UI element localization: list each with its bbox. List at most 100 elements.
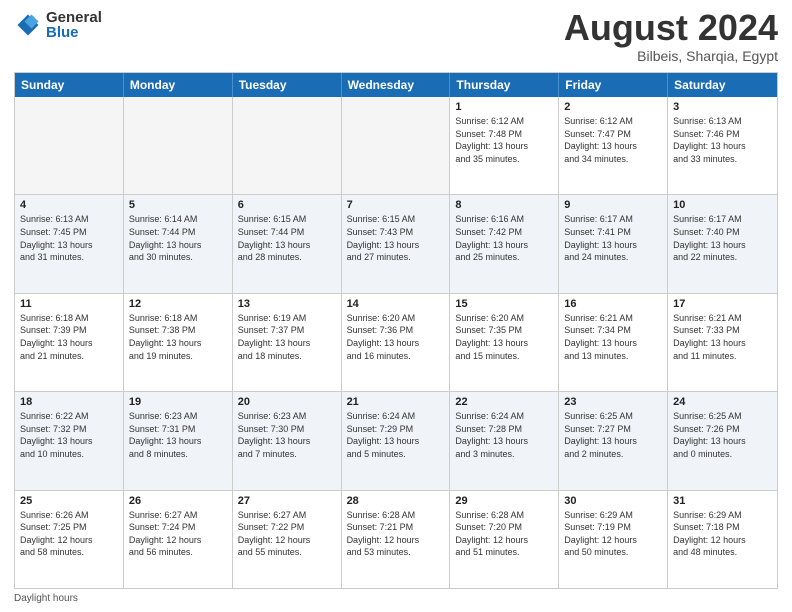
day-info: Sunrise: 6:23 AM Sunset: 7:30 PM Dayligh… — [238, 410, 336, 460]
day-cell-22: 22 Sunrise: 6:24 AM Sunset: 7:28 PM Dayli… — [450, 392, 559, 489]
day-info: Sunrise: 6:28 AM Sunset: 7:21 PM Dayligh… — [347, 509, 445, 559]
day-number: 1 — [455, 101, 553, 113]
empty-cell — [15, 97, 124, 194]
day-number: 15 — [455, 298, 553, 310]
day-cell-31: 31Sunrise: 6:29 AM Sunset: 7:18 PM Dayli… — [668, 491, 777, 588]
empty-cell — [342, 97, 451, 194]
day-number: 16 — [564, 298, 662, 310]
page: General Blue August 2024 Bilbeis, Sharqi… — [0, 0, 792, 612]
day-number: 30 — [564, 495, 662, 507]
day-info: Sunrise: 6:15 AM Sunset: 7:44 PM Dayligh… — [238, 213, 336, 263]
header: General Blue August 2024 Bilbeis, Sharqi… — [14, 10, 778, 64]
day-number: 3 — [673, 101, 772, 113]
day-number: 22 — [455, 396, 553, 408]
day-cell-15: 15Sunrise: 6:20 AM Sunset: 7:35 PM Dayli… — [450, 294, 559, 391]
day-number: 21 — [347, 396, 445, 408]
day-info: Sunrise: 6:22 AM Sunset: 7:32 PM Dayligh… — [20, 410, 118, 460]
day-cell-24: 24 Sunrise: 6:25 AM Sunset: 7:26 PM Dayli… — [668, 392, 777, 489]
day-number: 8 — [455, 199, 553, 211]
logo: General Blue — [14, 10, 102, 40]
day-info: Sunrise: 6:17 AM Sunset: 7:40 PM Dayligh… — [673, 213, 772, 263]
day-number: 19 — [129, 396, 227, 408]
day-cell-2: 2Sunrise: 6:12 AM Sunset: 7:47 PM Daylig… — [559, 97, 668, 194]
day-cell-27: 27Sunrise: 6:27 AM Sunset: 7:22 PM Dayli… — [233, 491, 342, 588]
day-number: 6 — [238, 199, 336, 211]
day-info: Sunrise: 6:26 AM Sunset: 7:25 PM Dayligh… — [20, 509, 118, 559]
day-number: 23 — [564, 396, 662, 408]
day-cell-5: 5 Sunrise: 6:14 AM Sunset: 7:44 PM Daylig… — [124, 195, 233, 292]
day-info: Sunrise: 6:17 AM Sunset: 7:41 PM Dayligh… — [564, 213, 662, 263]
calendar-header: SundayMondayTuesdayWednesdayThursdayFrid… — [15, 73, 777, 97]
title-block: August 2024 Bilbeis, Sharqia, Egypt — [564, 10, 778, 64]
day-info: Sunrise: 6:27 AM Sunset: 7:24 PM Dayligh… — [129, 509, 227, 559]
day-number: 11 — [20, 298, 118, 310]
day-info: Sunrise: 6:21 AM Sunset: 7:34 PM Dayligh… — [564, 312, 662, 362]
logo-icon — [14, 11, 42, 39]
day-number: 7 — [347, 199, 445, 211]
header-day-saturday: Saturday — [668, 73, 777, 97]
empty-cell — [124, 97, 233, 194]
title-month: August 2024 — [564, 10, 778, 46]
day-cell-17: 17Sunrise: 6:21 AM Sunset: 7:33 PM Dayli… — [668, 294, 777, 391]
day-info: Sunrise: 6:12 AM Sunset: 7:48 PM Dayligh… — [455, 115, 553, 165]
day-cell-1: 1 Sunrise: 6:12 AM Sunset: 7:48 PM Daylig… — [450, 97, 559, 194]
day-number: 2 — [564, 101, 662, 113]
footer-note: Daylight hours — [14, 593, 778, 604]
day-info: Sunrise: 6:21 AM Sunset: 7:33 PM Dayligh… — [673, 312, 772, 362]
day-number: 9 — [564, 199, 662, 211]
calendar: SundayMondayTuesdayWednesdayThursdayFrid… — [14, 72, 778, 589]
day-cell-10: 10 Sunrise: 6:17 AM Sunset: 7:40 PM Dayli… — [668, 195, 777, 292]
calendar-week-4: 18 Sunrise: 6:22 AM Sunset: 7:32 PM Dayli… — [15, 391, 777, 489]
day-info: Sunrise: 6:24 AM Sunset: 7:29 PM Dayligh… — [347, 410, 445, 460]
calendar-week-3: 11 Sunrise: 6:18 AM Sunset: 7:39 PM Dayli… — [15, 293, 777, 391]
day-cell-12: 12Sunrise: 6:18 AM Sunset: 7:38 PM Dayli… — [124, 294, 233, 391]
day-info: Sunrise: 6:18 AM Sunset: 7:38 PM Dayligh… — [129, 312, 227, 362]
day-cell-14: 14 Sunrise: 6:20 AM Sunset: 7:36 PM Dayli… — [342, 294, 451, 391]
header-day-thursday: Thursday — [450, 73, 559, 97]
day-cell-23: 23Sunrise: 6:25 AM Sunset: 7:27 PM Dayli… — [559, 392, 668, 489]
day-cell-9: 9 Sunrise: 6:17 AM Sunset: 7:41 PM Daylig… — [559, 195, 668, 292]
day-cell-4: 4 Sunrise: 6:13 AM Sunset: 7:45 PM Daylig… — [15, 195, 124, 292]
day-number: 27 — [238, 495, 336, 507]
day-number: 28 — [347, 495, 445, 507]
day-info: Sunrise: 6:29 AM Sunset: 7:18 PM Dayligh… — [673, 509, 772, 559]
day-info: Sunrise: 6:20 AM Sunset: 7:36 PM Dayligh… — [347, 312, 445, 362]
day-cell-28: 28 Sunrise: 6:28 AM Sunset: 7:21 PM Dayli… — [342, 491, 451, 588]
day-cell-26: 26 Sunrise: 6:27 AM Sunset: 7:24 PM Dayli… — [124, 491, 233, 588]
day-info: Sunrise: 6:25 AM Sunset: 7:26 PM Dayligh… — [673, 410, 772, 460]
day-cell-20: 20Sunrise: 6:23 AM Sunset: 7:30 PM Dayli… — [233, 392, 342, 489]
day-info: Sunrise: 6:18 AM Sunset: 7:39 PM Dayligh… — [20, 312, 118, 362]
header-day-friday: Friday — [559, 73, 668, 97]
calendar-week-2: 4 Sunrise: 6:13 AM Sunset: 7:45 PM Daylig… — [15, 194, 777, 292]
day-info: Sunrise: 6:15 AM Sunset: 7:43 PM Dayligh… — [347, 213, 445, 263]
day-number: 14 — [347, 298, 445, 310]
day-cell-8: 8Sunrise: 6:16 AM Sunset: 7:42 PM Daylig… — [450, 195, 559, 292]
day-number: 18 — [20, 396, 118, 408]
day-info: Sunrise: 6:28 AM Sunset: 7:20 PM Dayligh… — [455, 509, 553, 559]
day-info: Sunrise: 6:23 AM Sunset: 7:31 PM Dayligh… — [129, 410, 227, 460]
calendar-week-5: 25 Sunrise: 6:26 AM Sunset: 7:25 PM Dayli… — [15, 490, 777, 588]
day-cell-6: 6 Sunrise: 6:15 AM Sunset: 7:44 PM Daylig… — [233, 195, 342, 292]
day-number: 10 — [673, 199, 772, 211]
header-day-tuesday: Tuesday — [233, 73, 342, 97]
day-info: Sunrise: 6:24 AM Sunset: 7:28 PM Dayligh… — [455, 410, 553, 460]
calendar-week-1: 1 Sunrise: 6:12 AM Sunset: 7:48 PM Daylig… — [15, 97, 777, 194]
calendar-body: 1 Sunrise: 6:12 AM Sunset: 7:48 PM Daylig… — [15, 97, 777, 588]
day-cell-21: 21 Sunrise: 6:24 AM Sunset: 7:29 PM Dayli… — [342, 392, 451, 489]
day-number: 26 — [129, 495, 227, 507]
day-cell-18: 18 Sunrise: 6:22 AM Sunset: 7:32 PM Dayli… — [15, 392, 124, 489]
header-day-monday: Monday — [124, 73, 233, 97]
day-number: 5 — [129, 199, 227, 211]
title-location: Bilbeis, Sharqia, Egypt — [564, 48, 778, 64]
day-number: 25 — [20, 495, 118, 507]
day-cell-11: 11 Sunrise: 6:18 AM Sunset: 7:39 PM Dayli… — [15, 294, 124, 391]
day-number: 24 — [673, 396, 772, 408]
day-number: 4 — [20, 199, 118, 211]
day-number: 13 — [238, 298, 336, 310]
logo-text: General Blue — [46, 10, 102, 40]
day-info: Sunrise: 6:13 AM Sunset: 7:45 PM Dayligh… — [20, 213, 118, 263]
day-cell-19: 19 Sunrise: 6:23 AM Sunset: 7:31 PM Dayli… — [124, 392, 233, 489]
header-day-wednesday: Wednesday — [342, 73, 451, 97]
day-info: Sunrise: 6:14 AM Sunset: 7:44 PM Dayligh… — [129, 213, 227, 263]
daylight-label: Daylight hours — [14, 593, 78, 604]
